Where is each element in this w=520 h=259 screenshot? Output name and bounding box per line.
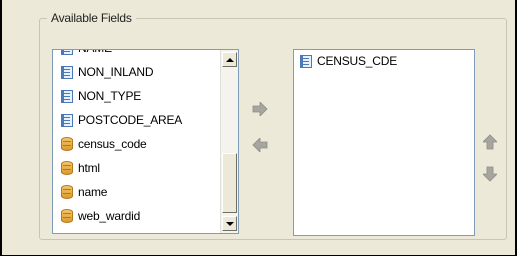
list-item-label: NAME <box>78 50 112 60</box>
arrow-up-icon <box>225 57 234 62</box>
groupbox-title: Available Fields <box>47 11 136 25</box>
arrow-down-icon <box>483 166 497 182</box>
list-item-label: CENSUS_CDE <box>317 54 398 68</box>
vertical-scrollbar[interactable] <box>220 50 238 233</box>
scrollbar-thumb[interactable] <box>222 153 237 213</box>
dialog-panel: Available Fields NAME NON_INLAND NON_TYP… <box>0 0 517 256</box>
database-field-icon <box>61 161 73 175</box>
selected-fields-list[interactable]: CENSUS_CDE <box>293 49 475 236</box>
list-item-label: census_code <box>78 137 147 151</box>
list-item-label: html <box>78 161 100 175</box>
field-icon <box>61 65 73 79</box>
list-item-label: POSTCODE_AREA <box>78 113 183 127</box>
field-icon <box>61 89 73 103</box>
list-item[interactable]: html <box>53 156 220 180</box>
arrow-right-icon <box>252 102 268 116</box>
list-item[interactable]: POSTCODE_AREA <box>53 108 220 132</box>
list-item[interactable]: NON_TYPE <box>53 84 220 108</box>
database-field-icon <box>61 137 73 151</box>
database-field-icon <box>61 185 73 199</box>
field-icon <box>61 50 73 55</box>
list-item[interactable]: census_code <box>53 132 220 156</box>
database-field-icon <box>61 209 73 223</box>
list-item-label: name <box>78 185 108 199</box>
list-item-label: NON_TYPE <box>78 89 142 103</box>
move-down-button[interactable] <box>480 165 500 183</box>
arrow-left-icon <box>252 138 268 152</box>
list-item[interactable]: NAME <box>53 50 220 60</box>
move-up-button[interactable] <box>480 133 500 151</box>
list-item-label: web_wardid <box>78 209 141 223</box>
remove-field-button[interactable] <box>250 136 270 154</box>
available-fields-list[interactable]: NAME NON_INLAND NON_TYPE POSTCODE_AREA c… <box>52 49 239 234</box>
scroll-up-button[interactable] <box>222 52 237 67</box>
list-item[interactable]: web_wardid <box>53 204 220 228</box>
arrow-down-icon <box>225 221 234 226</box>
list-item[interactable]: name <box>53 180 220 204</box>
list-item[interactable]: CENSUS_CDE <box>294 50 474 72</box>
list-item[interactable]: NON_INLAND <box>53 60 220 84</box>
scroll-down-button[interactable] <box>222 216 237 231</box>
arrow-up-icon <box>483 134 497 150</box>
field-icon <box>300 54 312 68</box>
list-item-label: NON_INLAND <box>78 65 154 79</box>
field-icon <box>61 113 73 127</box>
add-field-button[interactable] <box>250 100 270 118</box>
